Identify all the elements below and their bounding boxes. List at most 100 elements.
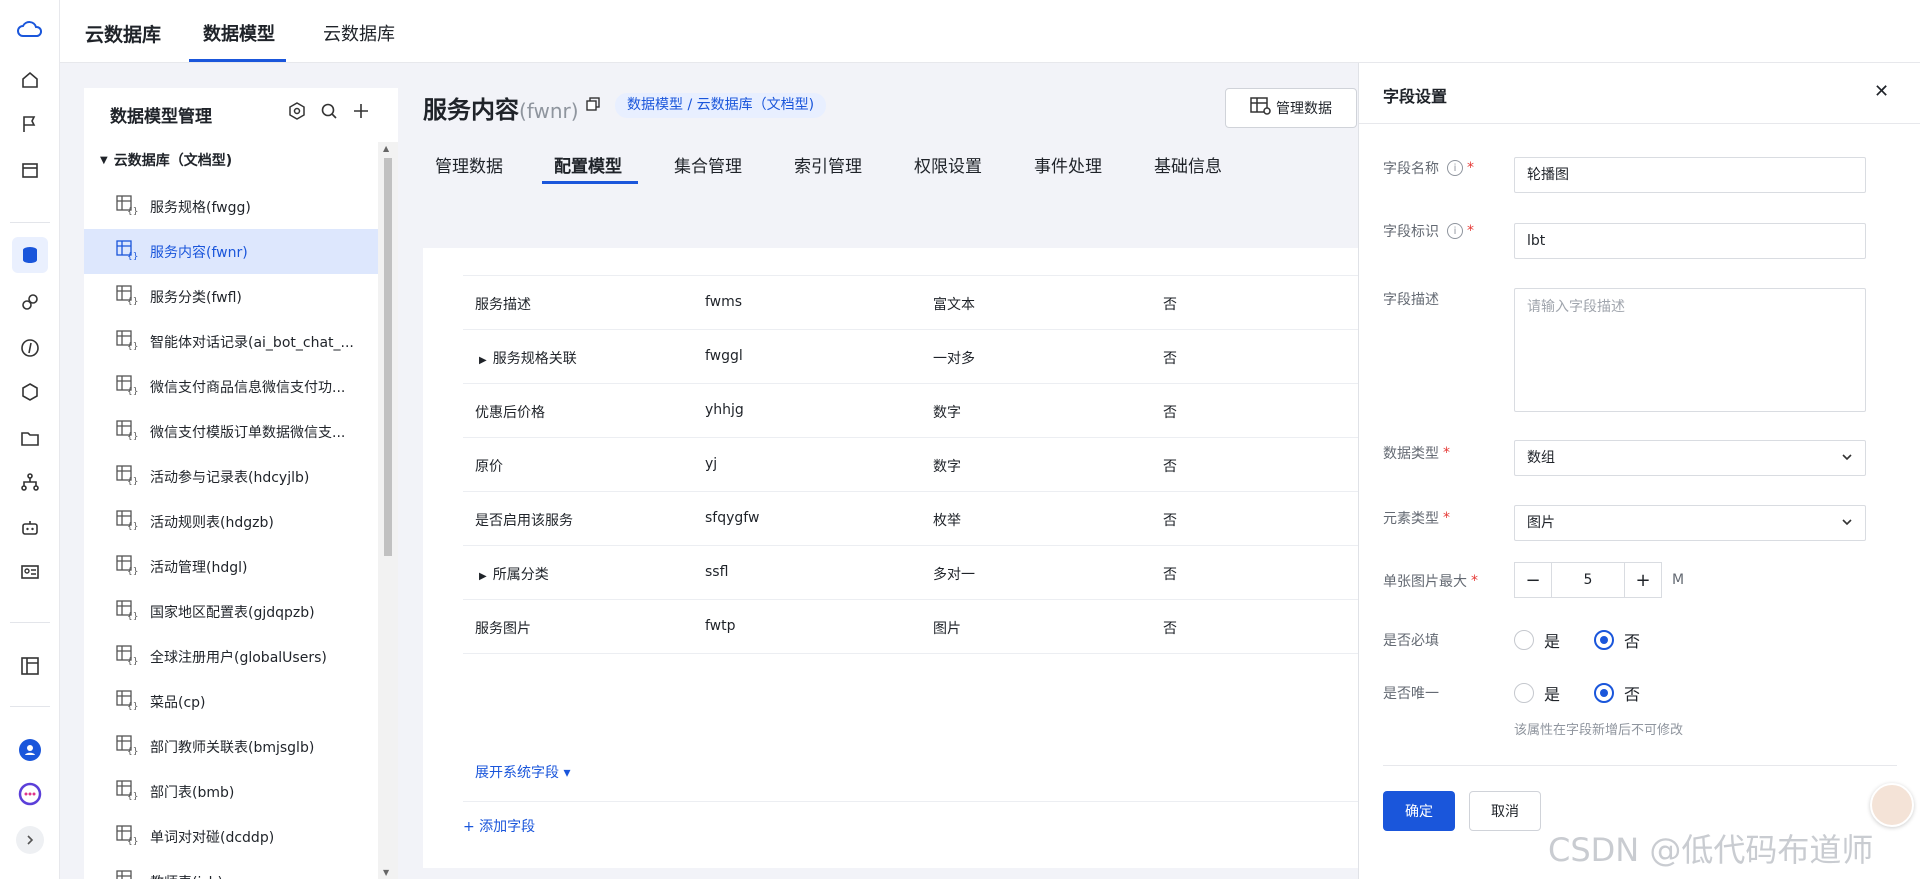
close-icon[interactable]: ✕	[1874, 81, 1889, 102]
info-icon[interactable]: i	[1447, 223, 1463, 239]
expand-system-fields-link[interactable]: 展开系统字段 ▾	[475, 762, 570, 782]
model-list-item[interactable]: {} 微信支付商品信息微信支付功...	[84, 364, 378, 409]
tab-permission[interactable]: 权限设置	[914, 152, 982, 177]
svg-text:{}: {}	[127, 702, 138, 710]
model-list-item[interactable]: {} 国家地区配置表(gjdqpzb)	[84, 589, 378, 634]
field-req: 否	[1163, 351, 1177, 367]
required-radio-group: 是 否	[1514, 628, 1640, 652]
scroll-down-icon[interactable]: ▼	[383, 868, 389, 877]
tab-index[interactable]: 索引管理	[794, 152, 862, 177]
model-list-item[interactable]: {} 智能体对话记录(ai_bot_chat_...	[84, 319, 378, 364]
tab-basic-info[interactable]: 基础信息	[1154, 152, 1222, 177]
table-row[interactable]: ▶ 服务规格关联 fwggl 一对多 否	[463, 330, 1358, 384]
function-icon[interactable]	[16, 334, 44, 362]
decrement-button[interactable]: −	[1514, 562, 1552, 598]
field-type: 数字	[933, 459, 961, 475]
model-list-item[interactable]: {} 菜品(cp)	[84, 679, 378, 724]
collection-table-icon: {}	[116, 374, 138, 399]
data-type-select[interactable]: 数组	[1514, 440, 1866, 476]
database-icon[interactable]	[12, 237, 48, 273]
cloud-logo-icon[interactable]	[16, 16, 44, 44]
model-list-item[interactable]: {} 全球注册用户(globalUsers)	[84, 634, 378, 679]
required-label: 是否必填	[1383, 633, 1439, 649]
table-row[interactable]: 服务描述 fwms 富文本 否	[463, 276, 1358, 330]
model-list-item[interactable]: {} 服务规格(fwgg)	[84, 184, 378, 229]
user-avatar-icon[interactable]	[16, 736, 44, 764]
brand-title: 云数据库	[85, 24, 162, 46]
field-id-input[interactable]: lbt	[1514, 223, 1866, 259]
tab-collection[interactable]: 集合管理	[674, 152, 742, 177]
flag-icon[interactable]	[16, 110, 44, 138]
field-table: 服务描述 fwms 富文本否 ▶ 服务规格关联 fwggl 一对多否优惠后价格 yhhjg 数字…	[423, 248, 1358, 868]
collection-table-icon: {}	[116, 554, 138, 579]
model-list-item[interactable]: {} 活动规则表(hdgzb)	[84, 499, 378, 544]
expand-rail-icon[interactable]	[16, 826, 44, 854]
cloud-folder-icon[interactable]	[16, 424, 44, 452]
collection-table-icon: {}	[116, 419, 138, 444]
info-icon[interactable]: i	[1447, 160, 1463, 176]
model-list-item-label: 教师表(jsb)	[150, 872, 223, 879]
breadcrumb[interactable]: 数据模型 / 云数据库（文档型)	[615, 93, 827, 118]
table-row[interactable]: 原价 yj 数字 否	[463, 438, 1358, 492]
field-name: 优惠后价格	[475, 405, 545, 421]
caret-right-icon[interactable]: ▶	[479, 571, 487, 582]
tab-config-model[interactable]: 配置模型	[554, 152, 622, 177]
model-list-item[interactable]: {} 微信支付模版订单数据微信支...	[84, 409, 378, 454]
model-list-item-label: 服务分类(fwfl)	[150, 289, 242, 306]
model-list-item[interactable]: {} 活动管理(hdgl)	[84, 544, 378, 589]
model-list-item[interactable]: {} 活动参与记录表(hdcyjlb)	[84, 454, 378, 499]
model-list-item[interactable]: {} 服务分类(fwfl)	[84, 274, 378, 319]
settings-icon[interactable]	[288, 102, 306, 120]
desc-label: 字段描述	[1383, 292, 1439, 308]
table-row[interactable]: ▶ 所属分类 ssfl 多对一 否	[463, 546, 1358, 600]
home-icon[interactable]	[16, 66, 44, 94]
cancel-button[interactable]: 取消	[1469, 791, 1541, 831]
tab-cloud-database[interactable]: 云数据库	[323, 20, 395, 46]
add-field-link[interactable]: + 添加字段	[463, 816, 535, 836]
unique-no-radio[interactable]	[1594, 683, 1615, 703]
link-icon[interactable]	[16, 288, 44, 316]
confirm-button[interactable]: 确定	[1383, 791, 1455, 831]
increment-button[interactable]: +	[1624, 562, 1662, 598]
field-name-input[interactable]: 轮播图	[1514, 157, 1866, 193]
model-list-item[interactable]: {} 教师表(jsb)	[84, 859, 378, 879]
svg-text:{}: {}	[127, 297, 138, 305]
scrollbar[interactable]: ▲ ▼	[378, 142, 398, 879]
chat-bot-icon[interactable]	[16, 780, 44, 808]
scrollbar-thumb[interactable]	[384, 158, 392, 556]
id-card-icon[interactable]	[16, 558, 44, 586]
desc-textarea[interactable]: 请输入字段描述	[1514, 288, 1866, 412]
caret-right-icon[interactable]: ▶	[479, 355, 487, 366]
field-id: yj	[705, 456, 718, 472]
model-list-item[interactable]: {} 部门表(bmb)	[84, 769, 378, 814]
required-no-radio[interactable]	[1594, 630, 1615, 650]
robot-icon[interactable]	[16, 514, 44, 542]
tab-data-model[interactable]: 数据模型	[203, 20, 275, 46]
manage-data-button[interactable]: 管理数据	[1225, 88, 1357, 128]
search-icon[interactable]	[320, 102, 338, 120]
table-row[interactable]: 优惠后价格 yhhjg 数字 否	[463, 384, 1358, 438]
element-type-select[interactable]: 图片	[1514, 505, 1866, 541]
hexagon-icon[interactable]	[16, 378, 44, 406]
field-type: 数字	[933, 405, 961, 421]
model-list-item[interactable]: {} 部门教师关联表(bmjsglb)	[84, 724, 378, 769]
unique-yes-radio[interactable]	[1514, 683, 1534, 703]
workflow-icon[interactable]	[16, 468, 44, 496]
table-row-partial	[463, 248, 1358, 276]
tree-root[interactable]: ▼ 云数据库（文档型)	[100, 150, 232, 170]
model-list-item[interactable]: {} 服务内容(fwnr)	[84, 229, 378, 274]
store-icon[interactable]	[16, 156, 44, 184]
max-size-value[interactable]: 5	[1552, 562, 1624, 598]
tab-events[interactable]: 事件处理	[1034, 152, 1102, 177]
table-row[interactable]: 是否启用该服务 sfqygfw 枚举 否	[463, 492, 1358, 546]
table-row[interactable]: 服务图片 fwtp 图片 否	[463, 600, 1358, 654]
add-icon[interactable]	[352, 102, 370, 120]
required-yes-radio[interactable]	[1514, 630, 1534, 650]
tab-manage-data[interactable]: 管理数据	[435, 152, 503, 177]
copy-icon[interactable]	[586, 97, 600, 115]
layout-icon[interactable]	[16, 652, 44, 680]
scroll-up-icon[interactable]: ▲	[383, 144, 389, 153]
model-list-item[interactable]: {} 单词对对碰(dcddp)	[84, 814, 378, 859]
assistant-avatar[interactable]	[1870, 783, 1914, 827]
data-type-label: 数据类型 *	[1383, 445, 1450, 462]
